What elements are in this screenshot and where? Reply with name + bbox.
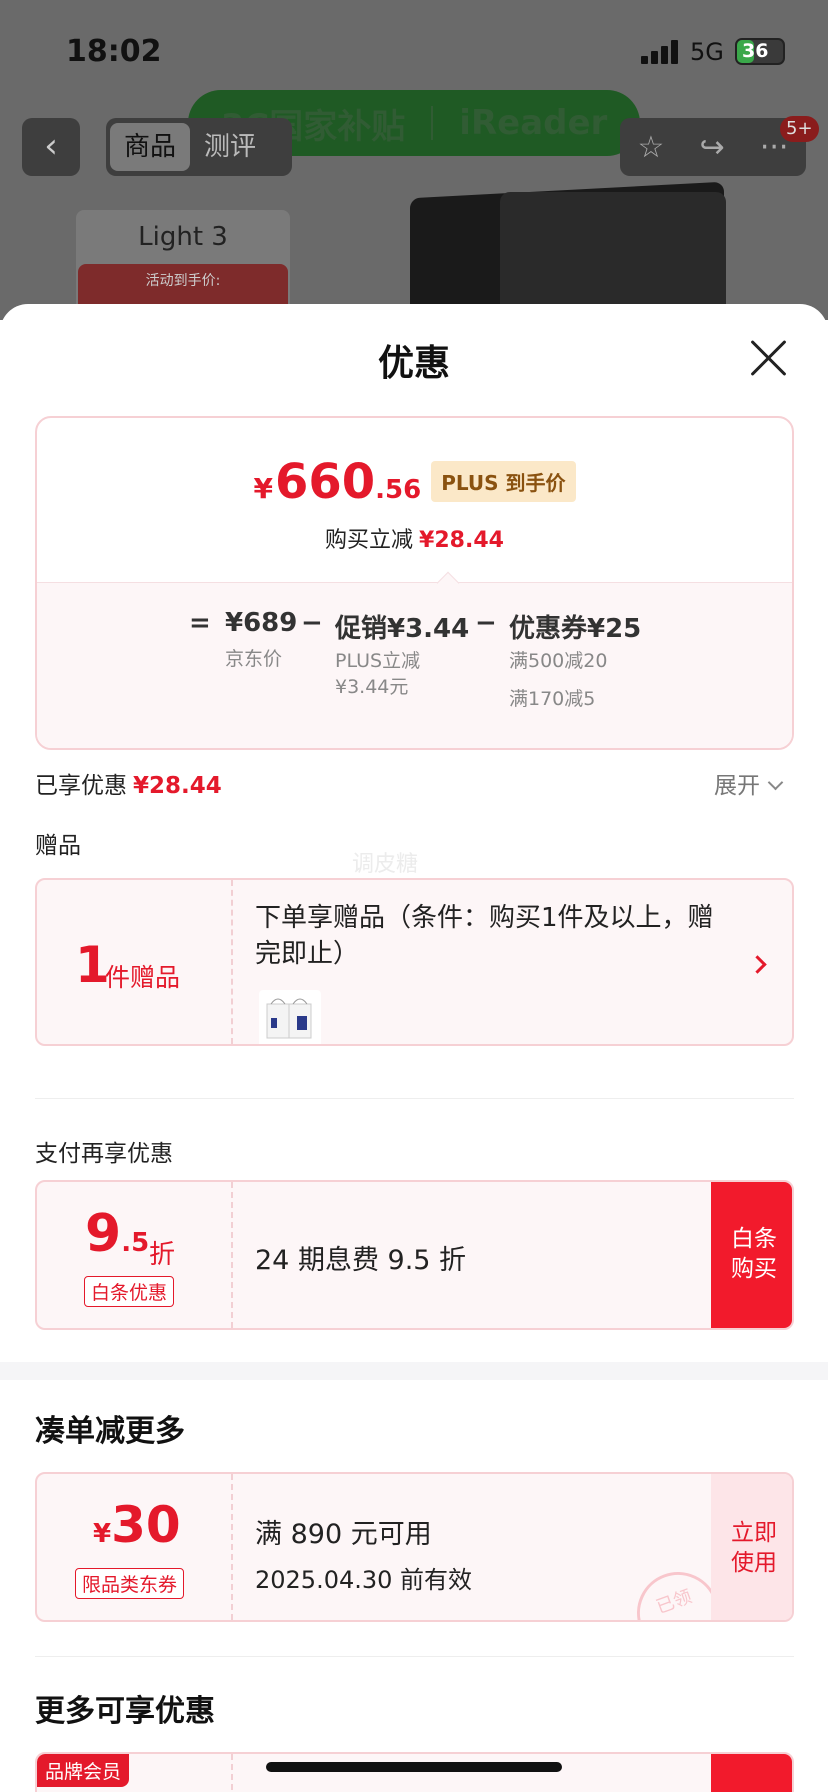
more-discount-heading: 凑单减更多 xyxy=(35,1414,185,1449)
baitiao-card: 9.5 折 白条优惠 24 期息费 9.5 折 白条 购买 xyxy=(35,1180,794,1330)
use-coupon-button[interactable]: 立即 使用 xyxy=(711,1474,792,1620)
expand-button[interactable]: 展开 xyxy=(714,766,784,800)
product-image-back xyxy=(500,192,726,320)
saved-value: ¥28.44 xyxy=(133,773,222,799)
gift-card[interactable]: 1 件赠品 下单享赠品（条件：购买1件及以上，赠完即止） xyxy=(35,878,794,1046)
discount-sheet: 优惠 ¥ 660 .56 PLUS 到手价 购买立减 ¥28.44 = ¥689 … xyxy=(0,304,828,1792)
background-product-page: 18:02 5G 36 3C国家补贴 iReader ‹ 商品 测评 ☆ ↪ ·… xyxy=(0,0,828,320)
chevron-right-icon xyxy=(748,955,767,974)
formula-minus-2: − xyxy=(475,608,497,638)
installment-text: 24 期息费 9.5 折 xyxy=(255,1245,467,1276)
tab-product[interactable]: 商品 xyxy=(110,123,191,171)
pay-section-label: 支付再享优惠 xyxy=(35,1141,173,1167)
sheet-title: 优惠 xyxy=(377,343,450,384)
share-icon[interactable]: ↪ xyxy=(700,130,725,165)
watermark-text: 调皮糖 xyxy=(352,852,419,877)
final-price: ¥ 660 .56 PLUS 到手价 xyxy=(37,454,792,510)
jd-price: ¥689 xyxy=(225,608,298,638)
coupon-type-tag: 限品类东券 xyxy=(75,1568,185,1599)
coupon-sub-2: 满170减5 xyxy=(509,688,596,710)
signal-icon xyxy=(641,40,681,64)
pay-discount-unit: 折 xyxy=(149,1240,176,1270)
baitiao-tag: 白条优惠 xyxy=(84,1276,175,1307)
promo-amount: 促销¥3.44 xyxy=(335,614,470,644)
saved-row: 已享优惠 ¥28.44 xyxy=(35,766,222,800)
coupon-amount: 优惠券¥25 xyxy=(509,614,642,644)
brand-member-card: 品牌会员 xyxy=(35,1752,794,1792)
extra-discount-heading: 更多可享优惠 xyxy=(35,1694,215,1729)
nav-tabs: 商品 测评 xyxy=(106,118,292,176)
formula-minus-1: − xyxy=(301,608,323,638)
promo-sub-1: PLUS立减 xyxy=(335,650,421,672)
network-label: 5G xyxy=(690,38,724,66)
coupon-expiry: 2025.04.30 前有效 xyxy=(255,1566,473,1594)
instant-reduce-value: ¥28.44 xyxy=(419,528,504,553)
jd-price-label: 京东价 xyxy=(225,648,283,670)
nav-actions: ☆ ↪ ··· xyxy=(620,118,806,176)
back-button[interactable]: ‹ xyxy=(22,118,80,176)
final-price-integer: 660 xyxy=(274,454,376,510)
close-icon[interactable] xyxy=(748,338,788,378)
gift-unit: 件赠品 xyxy=(105,963,181,992)
star-icon[interactable]: ☆ xyxy=(638,130,665,165)
chevron-down-icon xyxy=(767,774,784,791)
instant-reduce: 购买立减 ¥28.44 xyxy=(325,528,504,553)
final-price-decimal: .56 xyxy=(375,475,422,505)
formula-equals: = xyxy=(189,608,211,638)
battery-level: 36 xyxy=(742,40,769,62)
promo-sub-2: ¥3.44元 xyxy=(335,676,409,698)
coupon-sub-1: 满500减20 xyxy=(509,650,608,672)
coupon-value: ¥30 xyxy=(93,1496,181,1554)
product-caption: 活动到手价: xyxy=(145,273,221,289)
brand-member-tag: 品牌会员 xyxy=(37,1754,130,1787)
coupon-condition: 满 890 元可用 xyxy=(255,1519,432,1550)
plus-price-tag: PLUS 到手价 xyxy=(431,461,576,502)
price-summary-card: ¥ 660 .56 PLUS 到手价 购买立减 ¥28.44 = ¥689 京东价… xyxy=(35,416,794,750)
baitiao-buy-button[interactable]: 白条 购买 xyxy=(711,1182,792,1328)
saved-label: 已享优惠 xyxy=(35,773,127,799)
brand-member-button[interactable] xyxy=(711,1754,792,1792)
gift-bag-image xyxy=(259,990,321,1044)
product-title: Light 3 xyxy=(138,222,228,252)
status-time: 18:02 xyxy=(66,34,162,69)
gift-description: 下单享赠品（条件：购买1件及以上，赠完即止） xyxy=(255,903,714,969)
pay-discount: 9.5 xyxy=(85,1204,150,1264)
banner-right-text: iReader xyxy=(459,103,608,143)
status-bar: 18:02 5G 36 xyxy=(0,0,828,100)
gift-section-label: 赠品 xyxy=(35,833,81,859)
coupon-card: ¥30 限品类东券 满 890 元可用 2025.04.30 前有效 已领 立即… xyxy=(35,1472,794,1622)
home-indicator[interactable] xyxy=(266,1762,562,1772)
message-badge: 5+ xyxy=(780,116,819,142)
battery-icon: 36 xyxy=(735,38,785,65)
tab-review[interactable]: 测评 xyxy=(190,123,270,171)
